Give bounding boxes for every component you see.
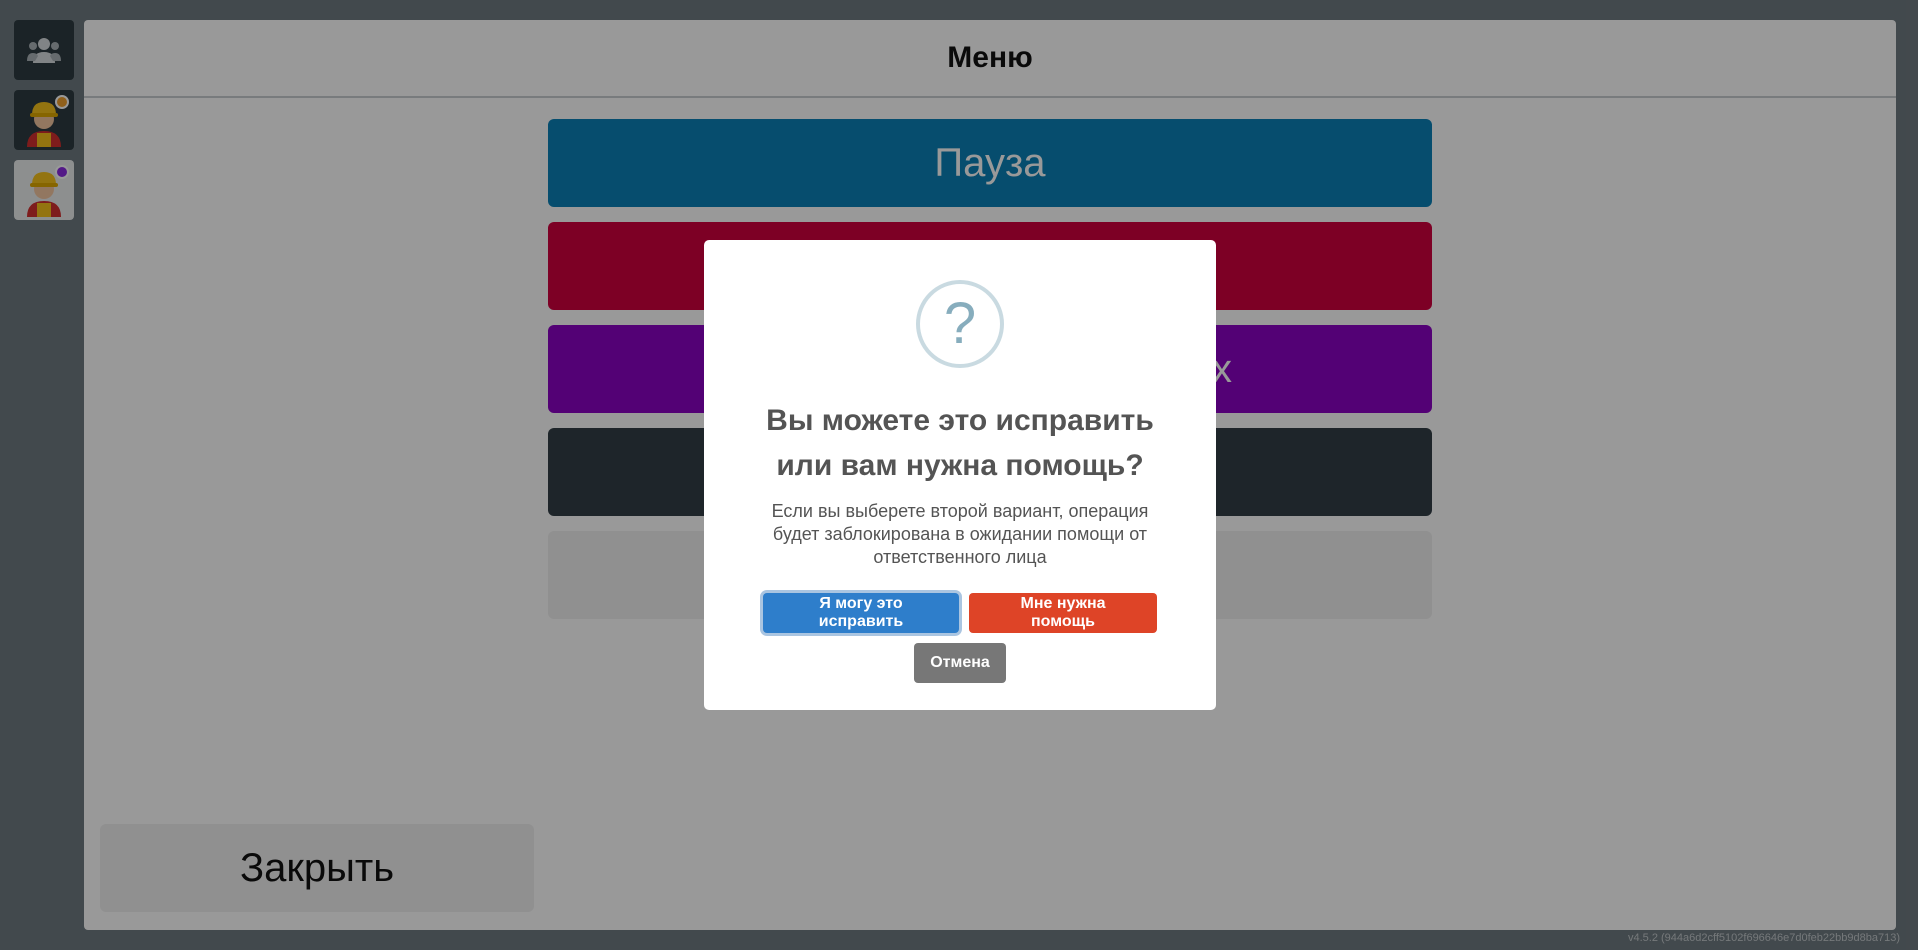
can-fix-button[interactable]: Я могу это исправить	[763, 593, 959, 633]
cancel-button[interactable]: Отмена	[914, 643, 1006, 683]
dialog-button-row: Я могу это исправить Мне нужна помощь	[763, 593, 1157, 633]
need-help-button[interactable]: Мне нужна помощь	[969, 593, 1157, 633]
question-icon: ?	[916, 280, 1004, 368]
dialog-title: Вы можете это исправить или вам нужна по…	[766, 404, 1154, 482]
dialog-text: Если вы выберете второй вариант, операци…	[771, 501, 1149, 567]
confirm-dialog: ? Вы можете это исправить или вам нужна …	[704, 240, 1216, 710]
modal-overlay: ? Вы можете это исправить или вам нужна …	[0, 0, 1918, 950]
